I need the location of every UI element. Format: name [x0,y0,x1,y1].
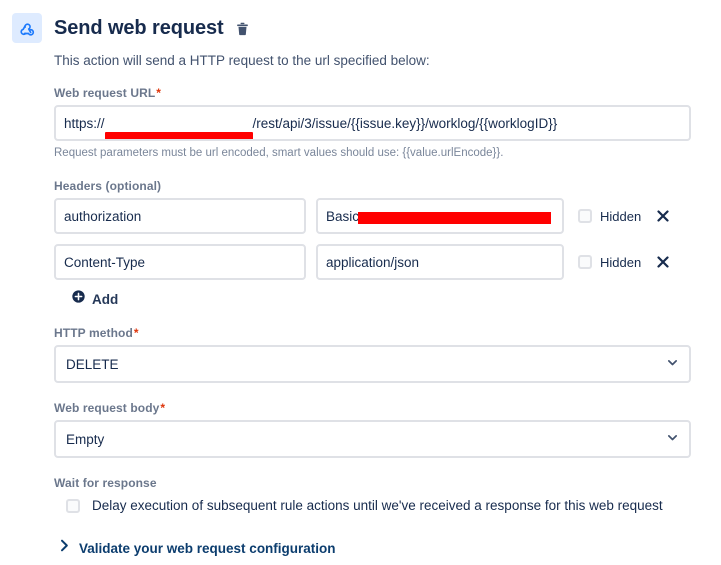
headers-label: Headers (optional) [54,179,162,193]
header-value-input[interactable]: Basic [316,198,564,234]
header-hidden-label: Hidden [600,208,642,224]
title-wrap: Send web request [54,10,252,46]
headers-group: Headers (optional) authorization Basic H… [54,179,691,308]
url-value: https:// /rest/api/3/issue/{{issue.key}}/… [64,115,558,139]
web-request-body-group: Web request body* Empty [54,401,691,458]
chevron-down-icon [666,356,679,372]
add-header-button[interactable]: Add [72,290,691,308]
header-hidden-label: Hidden [600,254,642,270]
header-row: Content-Type application/json Hidden [54,244,691,280]
header-key-input[interactable]: authorization [54,198,306,234]
http-method-group: HTTP method* DELETE [54,326,691,383]
required-marker: * [160,401,166,415]
action-body: This action will send a HTTP request to … [0,52,721,557]
http-method-value: DELETE [66,356,119,372]
delay-execution-label: Delay execution of subsequent rule actio… [92,498,663,513]
web-request-url-group: Web request URL* https:// /rest/api/3/iss… [54,86,691,161]
wait-for-response-group: Wait for response Delay execution of sub… [54,476,691,513]
http-method-select[interactable]: DELETE [54,345,691,383]
webhook-icon [12,13,42,43]
trash-icon[interactable] [234,20,252,38]
header-remove-close-icon[interactable] [655,254,671,270]
add-header-label: Add [92,291,119,307]
header-hidden-toggle[interactable]: Hidden [578,209,641,224]
chevron-down-icon [666,431,679,447]
delay-execution-row[interactable]: Delay execution of subsequent rule actio… [66,498,691,513]
header-remove-close-icon[interactable] [655,208,671,224]
redaction-bar [358,212,551,224]
web-request-body-select[interactable]: Empty [54,420,691,458]
required-marker: * [133,326,139,340]
validate-configuration-toggle[interactable]: Validate your web request configuration [60,539,691,557]
url-hint: Request parameters must be url encoded, … [54,147,504,159]
header-hidden-toggle[interactable]: Hidden [578,255,641,270]
header-value-text: Basic [326,208,360,224]
web-request-url-label-text: Web request URL [54,86,156,100]
required-marker: * [156,86,162,100]
web-request-body-label: Web request body* [54,401,691,415]
web-request-url-label: Web request URL* [54,86,691,100]
header-row: authorization Basic Hidden [54,198,691,234]
plus-circle-icon [72,290,85,308]
web-request-url-input[interactable]: https:// /rest/api/3/issue/{{issue.key}}/… [54,105,691,141]
web-request-body-value: Empty [66,431,105,447]
chevron-right-icon [60,539,69,557]
redaction-bar [104,131,253,139]
header-value-text: application/json [326,254,420,270]
http-method-label-text: HTTP method [54,326,133,340]
action-header: Send web request [0,0,721,46]
action-description: This action will send a HTTP request to … [54,53,430,68]
url-suffix: /rest/api/3/issue/{{issue.key}}/worklog/… [252,115,558,131]
url-prefix: https:// [64,115,105,131]
header-value-input[interactable]: application/json [316,244,564,280]
validate-configuration-label: Validate your web request configuration [79,540,336,556]
page-title: Send web request [54,17,224,39]
delay-execution-checkbox[interactable] [66,498,80,513]
header-hidden-checkbox[interactable] [578,209,592,223]
web-request-body-label-text: Web request body [54,401,160,415]
http-method-label: HTTP method* [54,326,691,340]
header-key-input[interactable]: Content-Type [54,244,306,280]
wait-for-response-label: Wait for response [54,476,157,490]
header-hidden-checkbox[interactable] [578,255,592,269]
